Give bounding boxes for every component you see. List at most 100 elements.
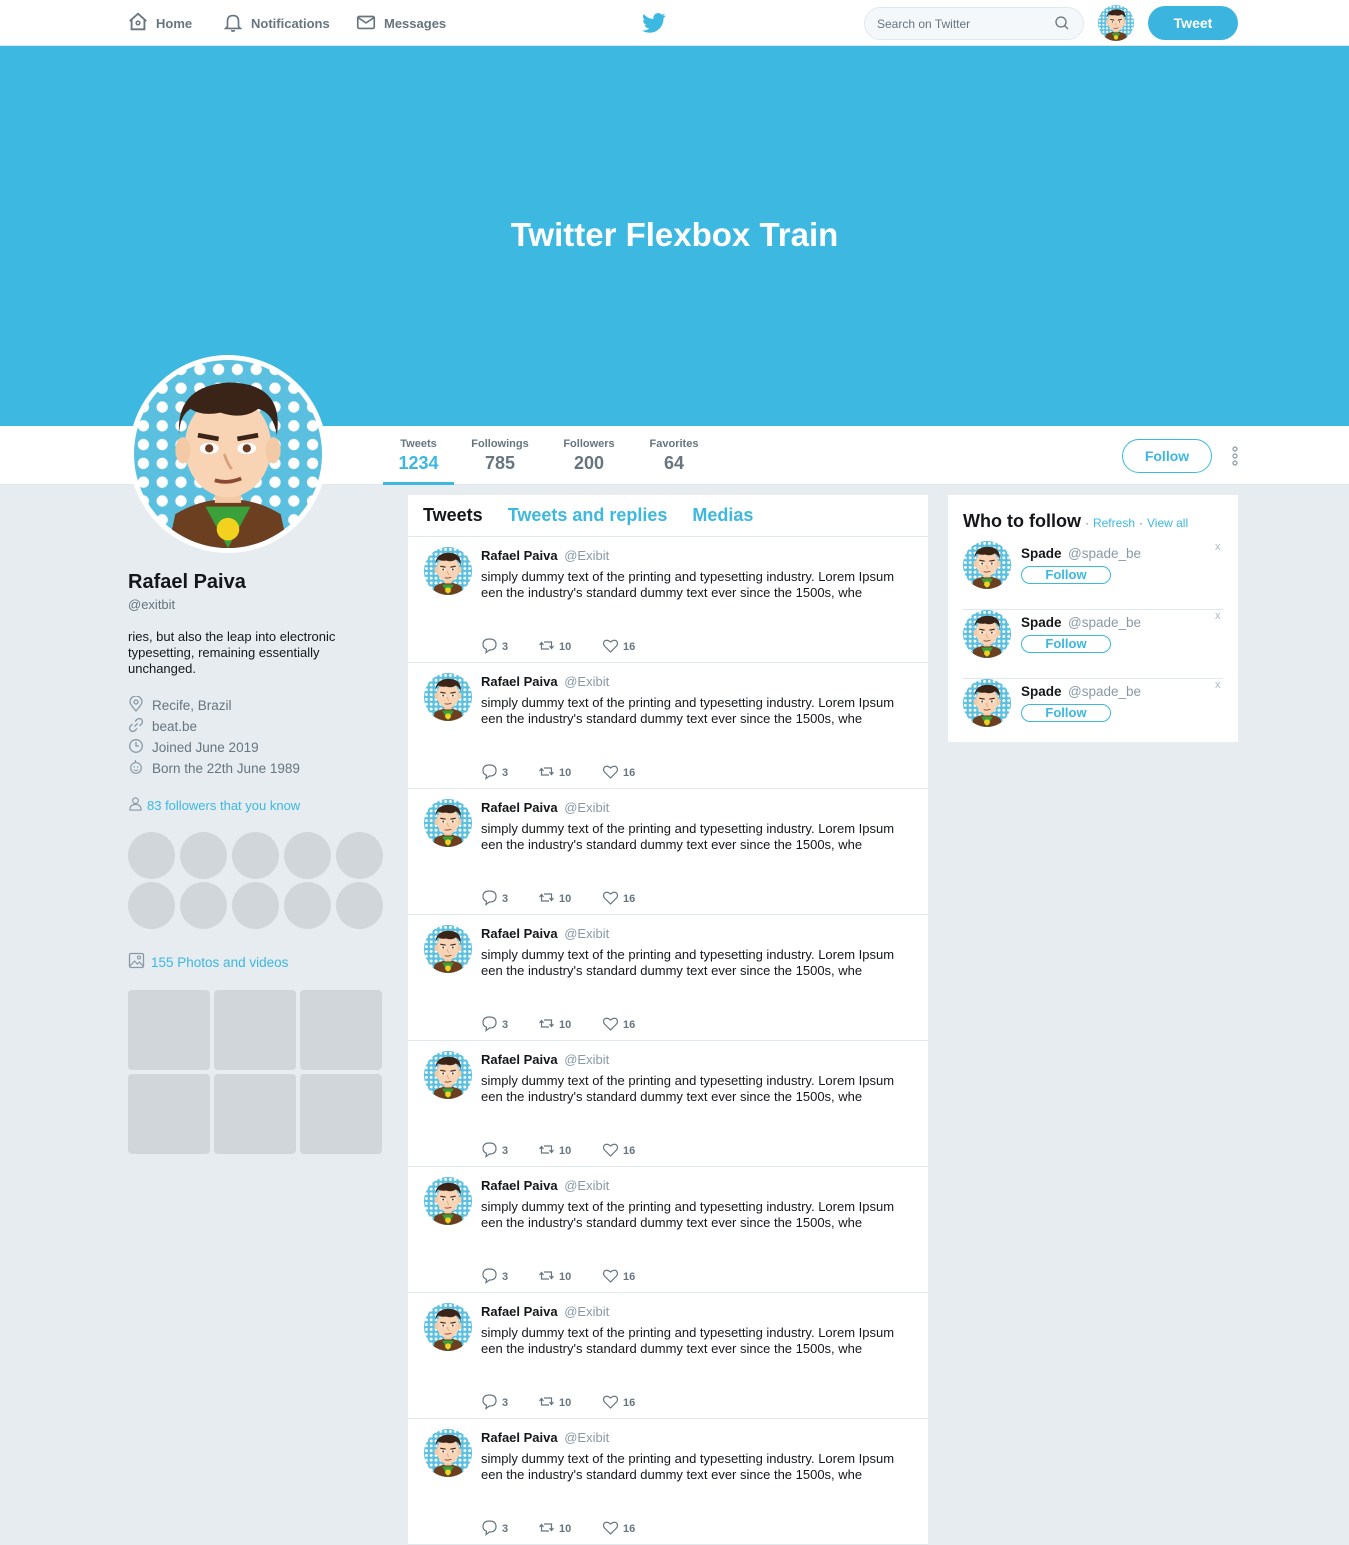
tweet-avatar[interactable] xyxy=(424,925,472,973)
follower-avatar-placeholder[interactable] xyxy=(232,832,279,879)
tweet-author-handle[interactable]: @Exibit xyxy=(564,926,609,941)
retweet-button[interactable]: 10 xyxy=(538,1393,602,1413)
tweet-author-name[interactable]: Rafael Paiva xyxy=(481,1052,558,1067)
tweet-author-handle[interactable]: @Exibit xyxy=(564,1178,609,1193)
follower-avatar-placeholder[interactable] xyxy=(128,882,175,929)
suggested-user-avatar[interactable] xyxy=(963,610,1011,658)
suggested-follow-button[interactable]: Follow xyxy=(1021,566,1111,584)
like-button[interactable]: 16 xyxy=(602,1519,662,1539)
photo-placeholder[interactable] xyxy=(300,990,382,1070)
nav-avatar[interactable] xyxy=(1098,5,1134,41)
tweet-author-name[interactable]: Rafael Paiva xyxy=(481,1430,558,1445)
tweet[interactable]: Rafael Paiva @Exibit simply dummy text o… xyxy=(408,1419,928,1545)
suggested-user-handle[interactable]: @spade_be xyxy=(1068,684,1141,699)
reply-button[interactable]: 3 xyxy=(481,1393,538,1413)
tweet[interactable]: Rafael Paiva @Exibit simply dummy text o… xyxy=(408,915,928,1041)
more-dots-icon[interactable] xyxy=(1229,445,1241,467)
tweet-avatar[interactable] xyxy=(424,1303,472,1351)
retweet-button[interactable]: 10 xyxy=(538,1141,602,1161)
stat-followings[interactable]: Followings 785 xyxy=(466,426,534,485)
follower-avatar-placeholder[interactable] xyxy=(128,832,175,879)
stat-followers[interactable]: Followers 200 xyxy=(558,426,620,485)
like-button[interactable]: 16 xyxy=(602,637,662,657)
tab-medias[interactable]: Medias xyxy=(692,505,753,526)
suggested-user-handle[interactable]: @spade_be xyxy=(1068,546,1141,561)
like-button[interactable]: 16 xyxy=(602,1393,662,1413)
follower-avatar-placeholder[interactable] xyxy=(284,882,331,929)
retweet-button[interactable]: 10 xyxy=(538,1519,602,1539)
suggested-user-name[interactable]: Spade xyxy=(1021,546,1062,561)
tweet-author-handle[interactable]: @Exibit xyxy=(564,1304,609,1319)
tweet-author-handle[interactable]: @Exibit xyxy=(564,674,609,689)
photo-placeholder[interactable] xyxy=(214,990,296,1070)
follower-avatar-placeholder[interactable] xyxy=(180,832,227,879)
tweet-avatar[interactable] xyxy=(424,1429,472,1477)
suggested-follow-button[interactable]: Follow xyxy=(1021,635,1111,653)
tweet-author-handle[interactable]: @Exibit xyxy=(564,548,609,563)
tweet-avatar[interactable] xyxy=(424,1051,472,1099)
nav-notifications[interactable]: Notifications xyxy=(222,0,330,46)
tweet-author-handle[interactable]: @Exibit xyxy=(564,1430,609,1445)
profile-avatar[interactable] xyxy=(129,355,327,553)
suggested-user-handle[interactable]: @spade_be xyxy=(1068,615,1141,630)
tweet-author-handle[interactable]: @Exibit xyxy=(564,1052,609,1067)
nav-messages[interactable]: Messages xyxy=(355,0,446,46)
tweet-avatar[interactable] xyxy=(424,547,472,595)
photo-placeholder[interactable] xyxy=(128,990,210,1070)
retweet-button[interactable]: 10 xyxy=(538,637,602,657)
tweet-author-name[interactable]: Rafael Paiva xyxy=(481,926,558,941)
dismiss-suggestion-button[interactable]: x xyxy=(1215,541,1221,553)
like-button[interactable]: 16 xyxy=(602,889,662,909)
tweet-avatar[interactable] xyxy=(424,1177,472,1225)
follower-avatar-placeholder[interactable] xyxy=(336,832,383,879)
view-all-link[interactable]: View all xyxy=(1147,516,1188,530)
followers-you-know-link[interactable]: 83 followers that you know xyxy=(128,796,300,814)
refresh-link[interactable]: Refresh xyxy=(1093,516,1135,530)
dismiss-suggestion-button[interactable]: x xyxy=(1215,610,1221,622)
reply-button[interactable]: 3 xyxy=(481,1267,538,1287)
follower-avatar-placeholder[interactable] xyxy=(232,882,279,929)
retweet-button[interactable]: 10 xyxy=(538,889,602,909)
tweet-author-handle[interactable]: @Exibit xyxy=(564,800,609,815)
photo-placeholder[interactable] xyxy=(300,1074,382,1154)
search-icon[interactable] xyxy=(1054,15,1070,31)
tweet[interactable]: Rafael Paiva @Exibit simply dummy text o… xyxy=(408,789,928,915)
reply-button[interactable]: 3 xyxy=(481,637,538,657)
tweet[interactable]: Rafael Paiva @Exibit simply dummy text o… xyxy=(408,1041,928,1167)
tweet[interactable]: Rafael Paiva @Exibit simply dummy text o… xyxy=(408,1167,928,1293)
tweet-author-name[interactable]: Rafael Paiva xyxy=(481,800,558,815)
search-input[interactable] xyxy=(864,7,1084,40)
nav-home[interactable]: Home xyxy=(127,0,192,46)
tab-tweets[interactable]: Tweets xyxy=(423,505,483,526)
reply-button[interactable]: 3 xyxy=(481,889,538,909)
tweet-author-name[interactable]: Rafael Paiva xyxy=(481,1178,558,1193)
reply-button[interactable]: 3 xyxy=(481,1519,538,1539)
retweet-button[interactable]: 10 xyxy=(538,763,602,783)
tab-tweets-and-replies[interactable]: Tweets and replies xyxy=(508,505,668,526)
tweet-avatar[interactable] xyxy=(424,799,472,847)
suggested-user-avatar[interactable] xyxy=(963,679,1011,727)
tweet-author-name[interactable]: Rafael Paiva xyxy=(481,1304,558,1319)
like-button[interactable]: 16 xyxy=(602,763,662,783)
reply-button[interactable]: 3 xyxy=(481,763,538,783)
follow-button[interactable]: Follow xyxy=(1122,439,1212,473)
suggested-user-name[interactable]: Spade xyxy=(1021,684,1062,699)
photo-placeholder[interactable] xyxy=(214,1074,296,1154)
like-button[interactable]: 16 xyxy=(602,1267,662,1287)
photos-videos-link[interactable]: 155 Photos and videos xyxy=(128,952,288,972)
tweet-avatar[interactable] xyxy=(424,673,472,721)
follower-avatar-placeholder[interactable] xyxy=(180,882,227,929)
retweet-button[interactable]: 10 xyxy=(538,1267,602,1287)
like-button[interactable]: 16 xyxy=(602,1141,662,1161)
follower-avatar-placeholder[interactable] xyxy=(284,832,331,879)
dismiss-suggestion-button[interactable]: x xyxy=(1215,679,1221,691)
stat-tweets[interactable]: Tweets 1234 xyxy=(383,426,454,485)
suggested-follow-button[interactable]: Follow xyxy=(1021,704,1111,722)
twitter-bird-icon[interactable] xyxy=(642,12,666,34)
stat-favorites[interactable]: Favorites 64 xyxy=(643,426,705,485)
follower-avatar-placeholder[interactable] xyxy=(336,882,383,929)
like-button[interactable]: 16 xyxy=(602,1015,662,1035)
tweet[interactable]: Rafael Paiva @Exibit simply dummy text o… xyxy=(408,663,928,789)
profile-website[interactable]: beat.be xyxy=(128,717,197,736)
tweet[interactable]: Rafael Paiva @Exibit simply dummy text o… xyxy=(408,537,928,663)
